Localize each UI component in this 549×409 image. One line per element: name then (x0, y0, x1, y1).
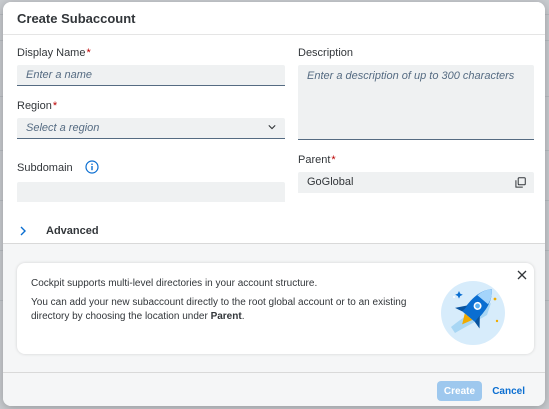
region-label: Region* (17, 100, 58, 112)
create-button[interactable]: Create (437, 381, 482, 401)
subdomain-label: Subdomain (17, 162, 73, 174)
parent-emphasis: Parent (210, 311, 242, 322)
create-subaccount-dialog: Create Subaccount Display Name* Enter a … (3, 2, 545, 406)
info-circle-icon[interactable] (85, 160, 99, 174)
description-field[interactable]: Enter a description of up to 300 charact… (298, 65, 534, 140)
required-marker: * (331, 154, 336, 166)
advanced-toggle[interactable]: Advanced (3, 221, 545, 241)
description-placeholder: Enter a description of up to 300 charact… (307, 70, 515, 82)
display-name-label: Display Name* (17, 47, 91, 59)
parent-label: Parent* (298, 154, 336, 166)
cancel-button[interactable]: Cancel (486, 381, 531, 401)
display-name-placeholder: Enter a name (26, 69, 93, 81)
required-marker: * (86, 47, 91, 59)
dialog-header: Create Subaccount (3, 2, 545, 35)
info-text-line1: Cockpit supports multi-level directories… (31, 278, 318, 289)
info-text-line2: You can add your new subaccount directly… (31, 297, 407, 322)
chevron-down-icon[interactable] (268, 123, 276, 131)
subdomain-field[interactable] (17, 182, 285, 203)
info-strip: Cockpit supports multi-level directories… (17, 263, 534, 354)
dialog-footer: Create Cancel (3, 372, 545, 406)
parent-value: GoGlobal (307, 176, 354, 188)
rocket-illustration (441, 281, 505, 345)
parent-field[interactable]: GoGlobal (298, 172, 534, 193)
close-icon[interactable] (516, 269, 528, 281)
region-select[interactable]: Select a region (17, 118, 285, 139)
description-label: Description (298, 47, 354, 59)
advanced-label: Advanced (46, 225, 99, 237)
required-marker: * (52, 100, 58, 112)
dialog-title: Create Subaccount (17, 10, 136, 26)
chevron-right-icon (20, 226, 26, 236)
region-placeholder: Select a region (26, 122, 100, 134)
copy-icon[interactable] (515, 177, 526, 188)
display-name-field[interactable]: Enter a name (17, 65, 285, 86)
subaccount-form: Display Name* Enter a name Description E… (3, 35, 545, 244)
